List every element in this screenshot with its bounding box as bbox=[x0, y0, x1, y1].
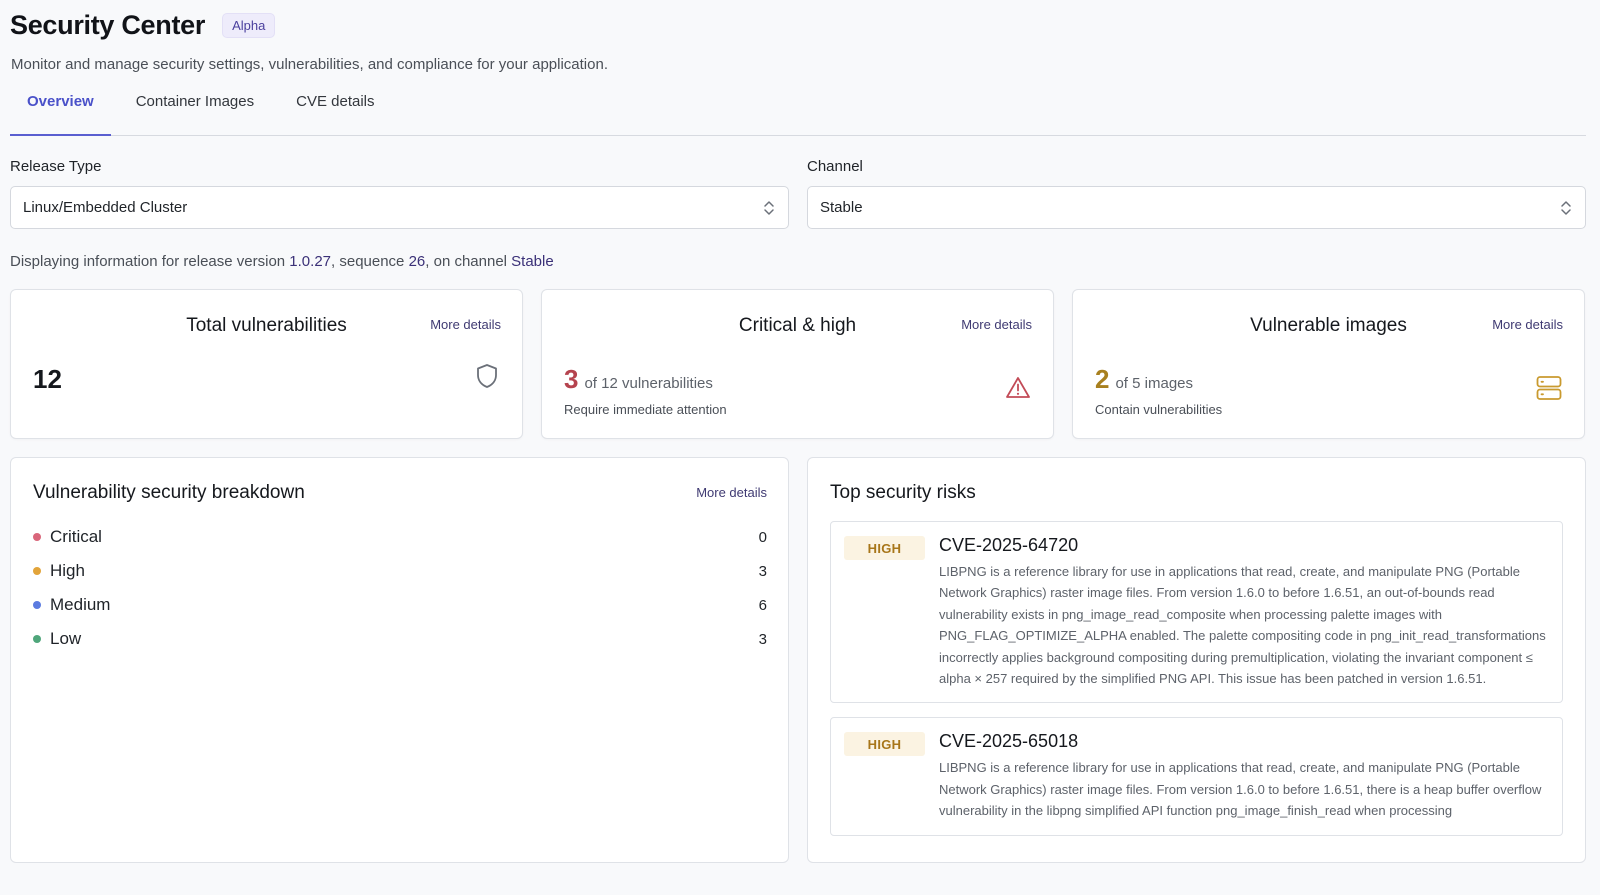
severity-count: 3 bbox=[758, 562, 767, 580]
panel-title: Vulnerability security breakdown bbox=[33, 482, 305, 503]
severity-count: 6 bbox=[758, 596, 767, 614]
severity-item-critical: Critical 0 bbox=[33, 520, 767, 554]
severity-badge: HIGH bbox=[844, 536, 925, 560]
release-type-value: Linux/Embedded Cluster bbox=[23, 199, 188, 216]
critical-high-value-row: 3 of 12 vulnerabilities bbox=[564, 364, 713, 395]
chevron-up-down-icon bbox=[764, 200, 774, 215]
severity-dot bbox=[33, 533, 41, 541]
cve-id: CVE-2025-65018 bbox=[939, 731, 1079, 752]
severity-dot bbox=[33, 635, 41, 643]
release-type-select[interactable]: Linux/Embedded Cluster bbox=[10, 186, 789, 229]
severity-dot bbox=[33, 567, 41, 575]
severity-list: Critical 0 High 3 Medium 6 Low 3 bbox=[33, 520, 767, 656]
release-channel: Stable bbox=[511, 253, 554, 270]
severity-dot bbox=[33, 601, 41, 609]
warning-triangle-icon bbox=[1006, 377, 1030, 398]
critical-high-subtext: Require immediate attention bbox=[564, 402, 727, 417]
bottom-panels: Vulnerability security breakdown More de… bbox=[10, 457, 1586, 863]
page-subtitle: Monitor and manage security settings, vu… bbox=[11, 56, 608, 73]
more-details-link[interactable]: More details bbox=[430, 317, 501, 332]
release-type-label: Release Type bbox=[10, 158, 102, 175]
security-center-page: Security Center Alpha Monitor and manage… bbox=[10, 0, 1586, 863]
tab-overview[interactable]: Overview bbox=[10, 92, 111, 136]
severity-item-high: High 3 bbox=[33, 554, 767, 588]
risk-list[interactable]: HIGH CVE-2025-64720 LIBPNG is a referenc… bbox=[830, 521, 1563, 840]
release-sequence: 26 bbox=[408, 253, 426, 270]
channel-label: Channel bbox=[807, 158, 863, 175]
release-type-field: Release Type Linux/Embedded Cluster bbox=[10, 158, 789, 229]
tab-cve-details[interactable]: CVE details bbox=[279, 92, 391, 136]
more-details-link[interactable]: More details bbox=[696, 485, 767, 500]
severity-label: High bbox=[50, 561, 85, 580]
risk-body: CVE-2025-65018 LIBPNG is a reference lib… bbox=[939, 731, 1550, 821]
page-header: Security Center Alpha bbox=[10, 0, 1586, 48]
release-version: 1.0.27 bbox=[289, 253, 332, 270]
tab-bar: Overview Container Images CVE details bbox=[10, 92, 1586, 136]
chevron-up-down-icon bbox=[1561, 200, 1571, 215]
channel-field: Channel Stable bbox=[807, 158, 1586, 229]
vulnerable-images-subtext: Contain vulnerabilities bbox=[1095, 402, 1223, 417]
cve-description: LIBPNG is a reference library for use in… bbox=[939, 564, 1546, 687]
total-vulnerabilities-value: 12 bbox=[33, 364, 62, 394]
critical-high-value: 3 bbox=[564, 364, 579, 394]
severity-label: Critical bbox=[50, 527, 102, 546]
server-icon bbox=[1536, 376, 1562, 400]
severity-item-medium: Medium 6 bbox=[33, 588, 767, 622]
filter-row: Release Type Linux/Embedded Cluster Chan… bbox=[10, 158, 1586, 229]
severity-count: 3 bbox=[758, 630, 767, 648]
risk-card[interactable]: HIGH CVE-2025-64720 LIBPNG is a referenc… bbox=[830, 521, 1563, 704]
cve-description: LIBPNG is a reference library for use in… bbox=[939, 760, 1542, 819]
stat-cards: Total vulnerabilities More details 12 Cr… bbox=[10, 289, 1586, 439]
panel-title: Top security risks bbox=[830, 482, 976, 503]
critical-high-of-text: of 12 vulnerabilities bbox=[584, 375, 713, 392]
channel-select[interactable]: Stable bbox=[807, 186, 1586, 229]
cve-id: CVE-2025-64720 bbox=[939, 535, 1079, 555]
release-info-channel-prefix: , on channel bbox=[425, 253, 512, 270]
alpha-badge: Alpha bbox=[222, 12, 276, 38]
severity-count: 0 bbox=[758, 528, 767, 546]
critical-high-card: Critical & high More details 3 of 12 vuln… bbox=[541, 289, 1054, 439]
total-vulnerabilities-card: Total vulnerabilities More details 12 bbox=[10, 289, 523, 439]
top-security-risks-panel: Top security risks HIGH CVE-2025-64720 L… bbox=[807, 457, 1586, 863]
severity-item-low: Low 3 bbox=[33, 622, 767, 656]
risk-card[interactable]: HIGH CVE-2025-65018 LIBPNG is a referenc… bbox=[830, 717, 1563, 836]
more-details-link[interactable]: More details bbox=[961, 317, 1032, 332]
shield-icon bbox=[477, 364, 497, 388]
release-info-line: Displaying information for release versi… bbox=[10, 253, 1586, 270]
release-info-prefix: Displaying information for release versi… bbox=[10, 253, 290, 270]
tab-container-images[interactable]: Container Images bbox=[119, 92, 271, 136]
vulnerability-breakdown-panel: Vulnerability security breakdown More de… bbox=[10, 457, 789, 863]
vulnerable-images-of-text: of 5 images bbox=[1115, 375, 1194, 392]
channel-value: Stable bbox=[820, 199, 863, 216]
release-info-sequence-prefix: , sequence bbox=[331, 253, 409, 270]
vulnerable-images-value: 2 bbox=[1095, 364, 1110, 394]
page-title: Security Center bbox=[10, 9, 206, 40]
severity-badge: HIGH bbox=[844, 732, 925, 757]
more-details-link[interactable]: More details bbox=[1492, 317, 1563, 332]
risk-body: CVE-2025-64720 LIBPNG is a reference lib… bbox=[939, 535, 1550, 689]
vulnerable-images-value-row: 2 of 5 images bbox=[1095, 364, 1193, 395]
severity-label: Low bbox=[50, 629, 82, 648]
vulnerable-images-card: Vulnerable images More details 2 of 5 ima… bbox=[1072, 289, 1585, 439]
severity-label: Medium bbox=[50, 595, 111, 614]
